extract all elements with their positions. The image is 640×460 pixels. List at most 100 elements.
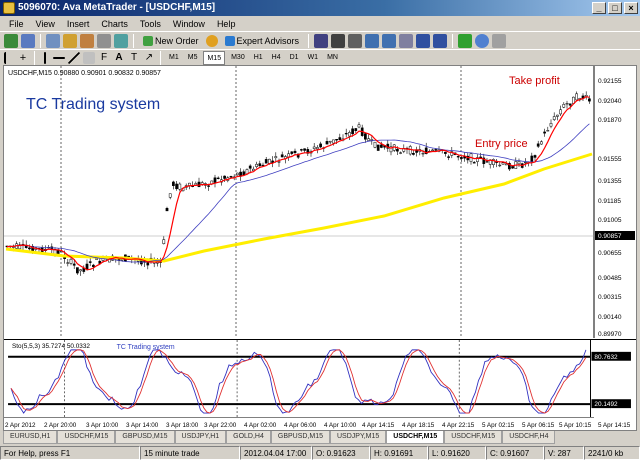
text-icon[interactable]: A (113, 52, 125, 64)
candle-body (274, 156, 278, 159)
price-label: 0.90655 (598, 250, 622, 257)
chart-window[interactable]: USDCHF,M15 0.90880 0.90901 0.90832 0.908… (3, 65, 637, 431)
standard-toolbar: New Order Expert Advisors (0, 31, 640, 49)
candle-body (444, 151, 447, 154)
new-chart-icon[interactable] (4, 33, 18, 48)
candle-body (325, 141, 329, 145)
app-icon (3, 2, 15, 14)
bar-chart-icon[interactable] (314, 33, 329, 48)
chart-tab[interactable]: GOLD,H4 (226, 431, 271, 444)
cursor-icon[interactable] (4, 51, 14, 64)
chart-tab[interactable]: GBPUSD,M15 (115, 431, 175, 444)
status-close: C: 0.91607 (486, 446, 544, 460)
metaeditor-icon[interactable] (205, 34, 218, 47)
menu-help[interactable]: Help (212, 19, 241, 29)
templates-icon[interactable] (492, 33, 507, 48)
timeframe-mn[interactable]: MN (324, 51, 341, 65)
zoom-out-icon[interactable] (382, 33, 397, 48)
chart-tab[interactable]: USDJPY,M15 (330, 431, 387, 444)
fibonacci-icon[interactable]: F (98, 52, 110, 64)
tile-windows-icon[interactable] (399, 33, 414, 48)
price-label: 0.90140 (598, 314, 622, 321)
profiles-icon[interactable] (21, 33, 35, 48)
candle-body (162, 239, 166, 244)
terminal-icon[interactable] (97, 33, 111, 48)
new-order-button[interactable]: New Order (139, 33, 203, 49)
price-label: 0.91355 (598, 178, 622, 185)
menu-insert[interactable]: Insert (62, 19, 95, 29)
candle-body (364, 133, 367, 140)
stochastic-indicator-chart[interactable]: Sto(5,5,3) 35.7274 50.0332 TC Trading sy… (4, 339, 636, 417)
candle-body (549, 123, 553, 127)
menu-file[interactable]: File (4, 19, 29, 29)
menu-view[interactable]: View (31, 19, 60, 29)
candle-body (229, 176, 233, 178)
timeframe-d1[interactable]: D1 (287, 51, 302, 65)
horizontal-line-icon[interactable] (53, 56, 65, 59)
chart-shift-icon[interactable] (433, 33, 448, 48)
trendline-icon[interactable] (68, 51, 80, 64)
candle-body (559, 109, 562, 115)
time-label: 5 Apr 10:15 (559, 422, 592, 429)
timeframe-h4[interactable]: H4 (269, 51, 284, 65)
timeframe-m30[interactable]: M30 (228, 51, 248, 65)
periods-icon[interactable] (475, 33, 490, 48)
candle-body (76, 267, 79, 274)
market-watch-icon[interactable] (46, 33, 60, 48)
candle-body (277, 161, 281, 163)
candle-body (69, 258, 73, 264)
candle-body (504, 163, 508, 166)
label-icon[interactable]: T (128, 52, 140, 64)
timeframe-m15[interactable]: M15 (203, 50, 226, 65)
expert-advisors-label: Expert Advisors (236, 35, 300, 46)
menu-window[interactable]: Window (168, 19, 210, 29)
chart-tab[interactable]: USDJPY,H1 (174, 431, 227, 444)
candle-body (216, 177, 220, 179)
candle-body (540, 141, 543, 145)
vertical-line-icon[interactable] (44, 51, 46, 64)
candle-body (447, 156, 450, 158)
chart-tab[interactable]: USDCHF,H4 (502, 431, 556, 444)
time-label: 4 Apr 10:00 (324, 422, 357, 429)
autoscroll-icon[interactable] (416, 33, 431, 48)
timeframe-h1[interactable]: H1 (251, 51, 266, 65)
candle-body (421, 152, 425, 155)
menu-charts[interactable]: Charts (96, 19, 133, 29)
tester-icon[interactable] (114, 33, 128, 48)
candle-body (88, 261, 92, 263)
candlestick-icon[interactable] (331, 33, 346, 48)
candle-body (460, 157, 463, 159)
minimize-button[interactable]: _ (592, 2, 606, 14)
window-title: 5096070: Ava MetaTrader - [USDCHF,M15] (18, 2, 216, 13)
chart-tab[interactable]: USDCHF,M15 (57, 431, 116, 444)
timeframe-m5[interactable]: M5 (185, 51, 201, 65)
price-chart[interactable]: USDCHF,M15 0.90880 0.90901 0.90832 0.908… (4, 66, 636, 338)
chart-tab[interactable]: GBPUSD,M15 (270, 431, 330, 444)
status-open: O: 0.91623 (312, 446, 370, 460)
close-button[interactable]: × (624, 2, 638, 14)
timeframe-w1[interactable]: W1 (305, 51, 322, 65)
new-order-icon (143, 35, 153, 46)
timeframe-m1[interactable]: M1 (166, 51, 182, 65)
drawing-toolbar: + F A T ↗ M1 M5 M15 M30 H1 H4 D1 W1 MN (0, 49, 640, 65)
chart-tab-active[interactable]: USDCHF,M15 (386, 431, 445, 444)
line-chart-icon[interactable] (348, 33, 363, 48)
status-help: For Help, press F1 (0, 446, 140, 460)
navigator-icon[interactable] (80, 33, 94, 48)
indicators-icon[interactable] (458, 33, 473, 48)
lower-level-label: 20.1492 (594, 401, 618, 408)
chart-tab[interactable]: EURUSD,H1 (3, 431, 58, 444)
maximize-button[interactable]: □ (608, 2, 622, 14)
indicator-label: Sto(5,5,3) 35.7274 50.0332 (12, 343, 90, 350)
chart-tab[interactable]: USDCHF,M15 (444, 431, 503, 444)
price-label: 0.91005 (598, 217, 622, 224)
channel-icon[interactable] (83, 51, 95, 64)
zoom-in-icon[interactable] (365, 33, 380, 48)
arrows-icon[interactable]: ↗ (143, 52, 155, 64)
crosshair-icon[interactable]: + (17, 52, 29, 64)
candle-body (399, 152, 402, 154)
expert-advisors-button[interactable]: Expert Advisors (221, 33, 304, 49)
menu-tools[interactable]: Tools (135, 19, 166, 29)
candle-body (236, 172, 239, 176)
data-window-icon[interactable] (63, 33, 77, 48)
